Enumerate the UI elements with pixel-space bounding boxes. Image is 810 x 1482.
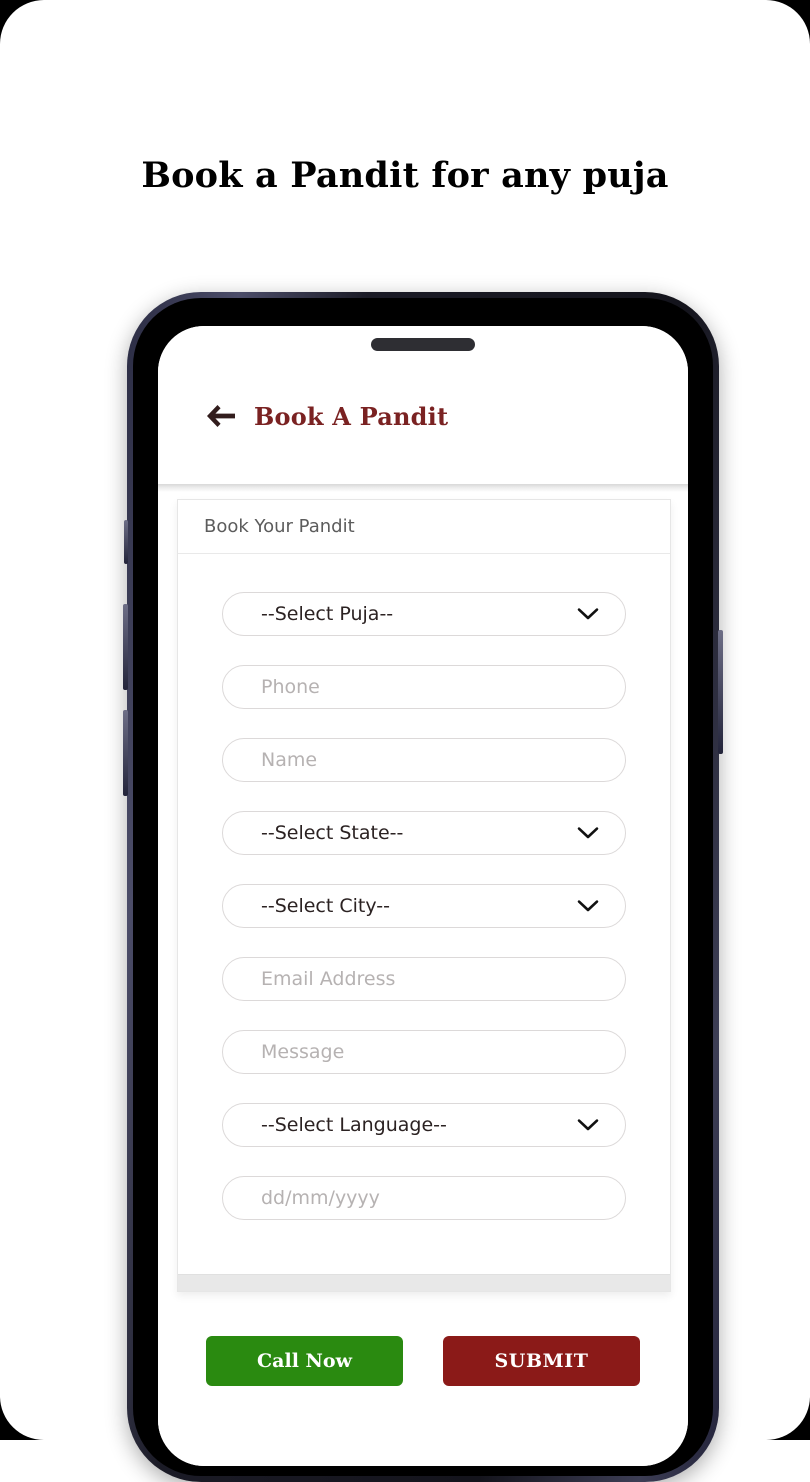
chevron-down-icon <box>577 827 599 839</box>
message-field[interactable]: Message <box>222 1030 626 1074</box>
page-title: Book a Pandit for any puja <box>141 155 669 196</box>
card-header: Book Your Pandit <box>178 500 670 554</box>
phone-field-placeholder: Phone <box>261 675 320 698</box>
name-field-placeholder: Name <box>261 748 318 771</box>
action-buttons: Call Now SUBMIT <box>158 1336 688 1386</box>
arrow-left-icon[interactable] <box>204 403 238 429</box>
card-footer <box>178 1274 670 1291</box>
chevron-down-icon <box>577 1119 599 1131</box>
corner-mask-bottom-right <box>766 1396 810 1440</box>
phone-power-button[interactable] <box>718 630 723 754</box>
select-state[interactable]: --Select State-- <box>222 811 626 855</box>
header-divider <box>158 484 688 492</box>
card-header-title: Book Your Pandit <box>204 516 355 537</box>
phone-device-frame: Book A Pandit Book Your Pandit --Select … <box>123 292 723 1482</box>
message-field-placeholder: Message <box>261 1040 345 1063</box>
select-puja-value: --Select Puja-- <box>261 602 394 625</box>
date-field[interactable]: dd/mm/yyyy <box>222 1176 626 1220</box>
select-city[interactable]: --Select City-- <box>222 884 626 928</box>
app-header: Book A Pandit <box>158 382 688 450</box>
call-now-button[interactable]: Call Now <box>206 1336 403 1386</box>
select-city-value: --Select City-- <box>261 894 390 917</box>
phone-speaker-notch <box>371 338 475 351</box>
corner-mask-bottom-left <box>0 1396 44 1440</box>
corner-mask-top-right <box>766 0 810 44</box>
booking-form-card: Book Your Pandit --Select Puja-- Phone N… <box>177 499 671 1292</box>
phone-screen: Book A Pandit Book Your Pandit --Select … <box>158 326 688 1466</box>
phone-volume-up-button[interactable] <box>123 604 128 690</box>
phone-field[interactable]: Phone <box>222 665 626 709</box>
select-state-value: --Select State-- <box>261 821 404 844</box>
chevron-down-icon <box>577 900 599 912</box>
corner-mask-top-left <box>0 0 44 44</box>
chevron-down-icon <box>577 608 599 620</box>
select-language-value: --Select Language-- <box>261 1113 447 1136</box>
email-field-placeholder: Email Address <box>261 967 396 990</box>
date-field-placeholder: dd/mm/yyyy <box>261 1186 380 1209</box>
submit-button[interactable]: SUBMIT <box>443 1336 640 1386</box>
select-language[interactable]: --Select Language-- <box>222 1103 626 1147</box>
email-field[interactable]: Email Address <box>222 957 626 1001</box>
phone-volume-down-button[interactable] <box>123 710 128 796</box>
select-puja[interactable]: --Select Puja-- <box>222 592 626 636</box>
phone-silence-switch[interactable] <box>124 520 128 564</box>
app-viewport: Book A Pandit Book Your Pandit --Select … <box>158 326 688 1466</box>
name-field[interactable]: Name <box>222 738 626 782</box>
app-header-title: Book A Pandit <box>254 401 449 431</box>
form-fields: --Select Puja-- Phone Name --Select Stat… <box>178 554 670 1274</box>
